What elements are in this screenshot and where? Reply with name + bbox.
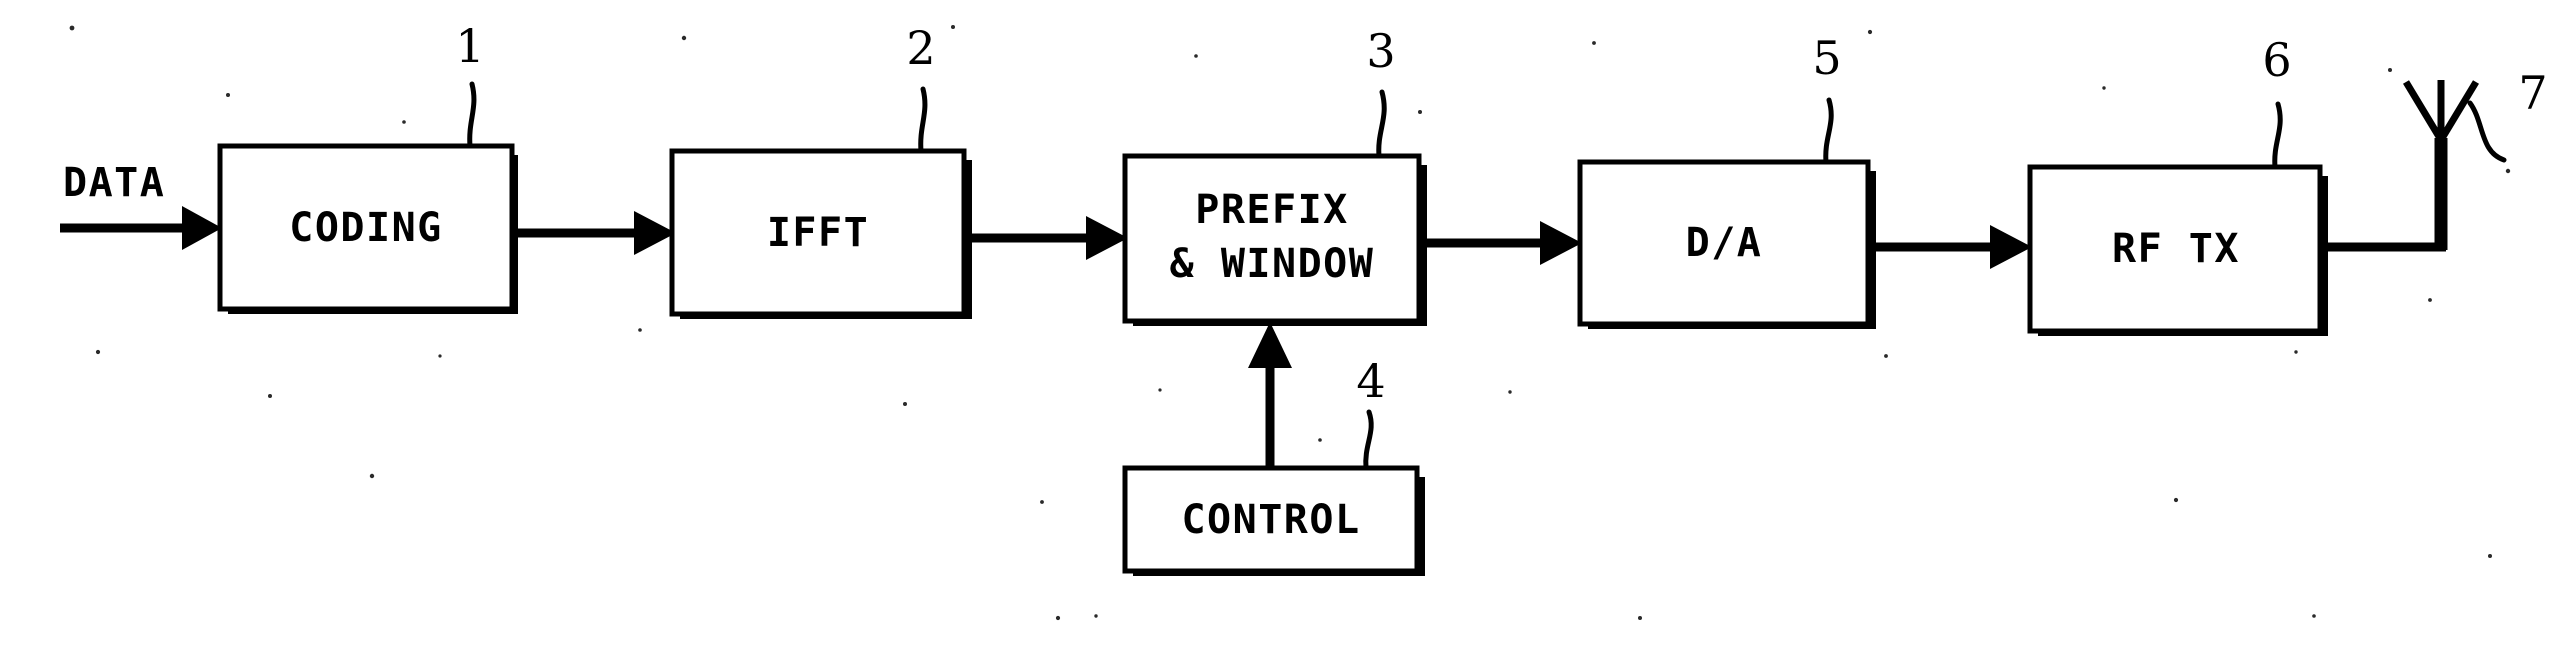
block-coding[interactable]: CODING: [217, 143, 518, 314]
block-control[interactable]: CONTROL: [1122, 465, 1425, 576]
reference-leader-ifft: 2: [906, 21, 936, 154]
data-input-label: DATA: [63, 160, 165, 206]
block-da[interactable]: D/A: [1577, 159, 1876, 329]
block-control-label: CONTROL: [1181, 497, 1360, 543]
reference-numeral-da: 5: [1812, 31, 1841, 85]
connector-prefix-to-da: [1419, 221, 1582, 265]
data-input-connector: [60, 206, 222, 250]
reference-numeral-control: 4: [1356, 354, 1385, 408]
reference-leader-coding: 1: [455, 19, 485, 149]
patent-figure-canvas: CODING 1 IFFT 2 PREFIX & WINDOW 3 CONTRO…: [0, 0, 2555, 656]
reference-numeral-ifft: 2: [906, 21, 935, 75]
block-da-label: D/A: [1686, 220, 1763, 266]
reference-leader-da: 5: [1812, 31, 1842, 165]
block-diagram-svg: CODING 1 IFFT 2 PREFIX & WINDOW 3 CONTRO…: [60, 19, 2548, 621]
reference-leader-prefix: 3: [1366, 24, 1396, 159]
block-ifft[interactable]: IFFT: [669, 148, 972, 319]
reference-numeral-prefix: 3: [1366, 24, 1395, 78]
reference-leader-control: 4: [1356, 354, 1386, 471]
block-rftx[interactable]: RF TX: [2027, 164, 2328, 336]
block-rftx-label: RF TX: [2112, 226, 2240, 272]
reference-numeral-coding: 1: [455, 19, 484, 73]
block-ifft-label: IFFT: [767, 210, 869, 256]
reference-numeral-antenna: 7: [2518, 66, 2547, 120]
block-coding-label: CODING: [289, 205, 443, 251]
connector-da-to-rftx: [1868, 225, 2032, 269]
block-prefix-window-label-line1: PREFIX: [1195, 187, 1349, 233]
connector-coding-to-ifft: [512, 211, 676, 255]
connector-control-to-prefix: [1248, 322, 1292, 470]
reference-numeral-rftx: 6: [2262, 33, 2291, 87]
connector-ifft-to-prefix: [964, 216, 1128, 260]
block-prefix-window[interactable]: PREFIX & WINDOW: [1122, 153, 1427, 326]
block-prefix-window-label-line2: & WINDOW: [1170, 241, 1375, 287]
antenna-icon: [2403, 80, 2479, 250]
reference-leader-antenna: 7: [2467, 66, 2548, 163]
reference-leader-rftx: 6: [2262, 33, 2292, 170]
